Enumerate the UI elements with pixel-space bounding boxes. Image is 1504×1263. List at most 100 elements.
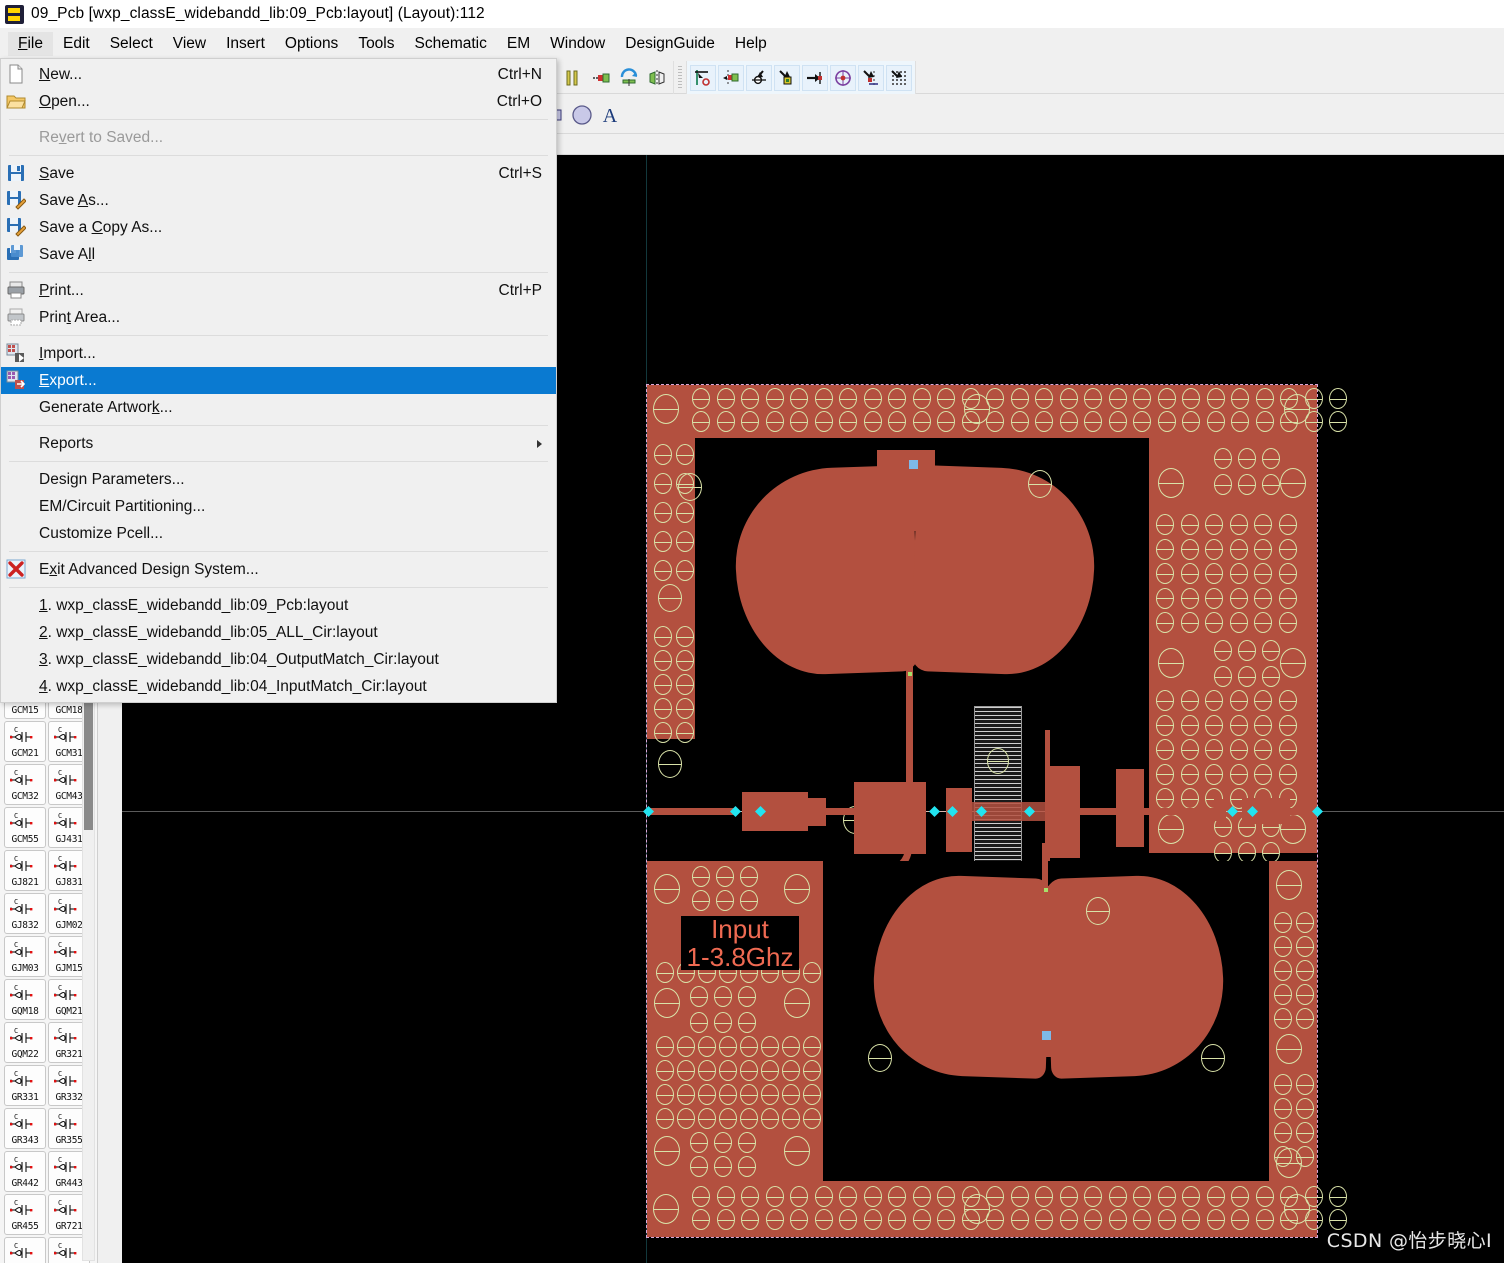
snap-pin-icon[interactable] — [718, 64, 744, 91]
via-pad — [1229, 538, 1248, 560]
via-pad — [937, 1209, 955, 1230]
palette-item-gjm03[interactable]: C GJM03 — [4, 936, 46, 977]
menubar-item-schematic[interactable]: Schematic — [405, 32, 497, 56]
palette-item-gcm55[interactable]: C GCM55 — [4, 807, 46, 848]
palette-item-gj821[interactable]: C GJ821 — [4, 850, 46, 891]
component-palette[interactable]: CGCM15CGCM18CGCM21CGCM31CGCM32CGCM43CGCM… — [0, 675, 98, 1263]
svg-text:C: C — [14, 726, 18, 734]
menu-item-label: Open... — [39, 92, 90, 110]
menu-item-print[interactable]: Print... Ctrl+P — [1, 277, 556, 304]
menu-bar[interactable]: File Edit Select View Insert Options Tools Sche… — [0, 30, 1504, 57]
menu-item-export[interactable]: Export... — [1, 367, 556, 394]
menu-item-exit-advanced-design-system[interactable]: Exit Advanced Design System... — [1, 556, 556, 583]
via-pad — [1059, 1209, 1078, 1230]
palette-item-gr331[interactable]: C GR331 — [4, 1065, 46, 1106]
via-pad — [1156, 538, 1174, 560]
palette-item-gr442[interactable]: C GR442 — [4, 1151, 46, 1192]
insert-wire-icon[interactable] — [560, 65, 586, 91]
menu-item-generate-artwork[interactable]: Generate Artwork... — [1, 394, 556, 421]
via-pad — [714, 1132, 732, 1153]
palette-item-gqm22[interactable]: C GQM22 — [4, 1022, 46, 1063]
palette-item-gcm32[interactable]: C GCM32 — [4, 764, 46, 805]
menubar-item-em[interactable]: EM — [497, 32, 540, 56]
circle-icon[interactable] — [569, 102, 595, 128]
menubar-item-options[interactable]: Options — [275, 32, 348, 56]
menu-item-save-all[interactable]: Save All — [1, 241, 556, 268]
menu-item-save-as[interactable]: Save As... — [1, 187, 556, 214]
snap-origin-icon[interactable] — [690, 64, 716, 91]
via-pad — [676, 674, 694, 695]
snap-intersection-icon[interactable] — [858, 64, 884, 91]
menu-item-customize-pcell[interactable]: Customize Pcell... — [1, 520, 556, 547]
file-menu-popup[interactable]: New... Ctrl+N Open... Ctrl+O Revert to Saved… — [0, 58, 557, 703]
via-pad — [692, 411, 710, 432]
via-pad — [912, 1209, 931, 1230]
trace-left-2 — [826, 808, 854, 815]
recent-file-4[interactable]: 4. wxp_classE_widebandd_lib:04_InputMatc… — [1, 673, 556, 700]
via-pad — [803, 1084, 821, 1105]
via-pad — [698, 1036, 716, 1057]
via-pad — [863, 1209, 882, 1230]
via-pad — [698, 1060, 716, 1081]
snap-center-icon[interactable] — [830, 64, 856, 91]
toolbar-group-snap[interactable] — [686, 61, 916, 94]
palette-item-label: GR455 — [11, 1221, 39, 1232]
recent-file-3[interactable]: 3. wxp_classE_widebandd_lib:04_OutputMat… — [1, 646, 556, 673]
via-pad — [765, 1209, 784, 1230]
snap-grid-icon[interactable] — [886, 64, 912, 91]
via-pad — [1010, 411, 1029, 432]
menubar-item-edit[interactable]: Edit — [53, 32, 100, 56]
toolbar-grip[interactable] — [678, 65, 682, 90]
via-pad — [1108, 388, 1127, 409]
menu-item-save[interactable]: Save Ctrl+S — [1, 160, 556, 187]
via-pad — [690, 1012, 708, 1033]
menu-item-design-parameters[interactable]: Design Parameters... — [1, 466, 556, 493]
via-pad — [1231, 411, 1249, 432]
menubar-item-insert[interactable]: Insert — [216, 32, 275, 56]
snap-midpoint-icon[interactable] — [774, 64, 800, 91]
snap-vertex-icon[interactable] — [746, 64, 772, 91]
menubar-item-tools[interactable]: Tools — [348, 32, 404, 56]
via-pad — [765, 1186, 784, 1207]
recent-file-2[interactable]: 2. wxp_classE_widebandd_lib:05_ALL_Cir:l… — [1, 619, 556, 646]
via-pad — [1205, 538, 1223, 560]
menu-item-import[interactable]: Import... — [1, 340, 556, 367]
via-pad — [676, 650, 694, 671]
palette-item-gr455[interactable]: C GR455 — [4, 1194, 46, 1235]
via-pad — [803, 962, 821, 983]
via-pad — [1133, 388, 1151, 409]
menubar-item-window[interactable]: Window — [540, 32, 615, 56]
rotate-icon[interactable] — [616, 65, 642, 91]
menu-item-em-circuit-partitioning[interactable]: EM/Circuit Partitioning... — [1, 493, 556, 520]
toolbar-group-insert[interactable] — [556, 61, 674, 94]
menu-item-reports[interactable]: Reports — [1, 430, 556, 457]
menu-item-print-area[interactable]: Print Area... — [1, 304, 556, 331]
menu-item-new[interactable]: New... Ctrl+N — [1, 61, 556, 88]
menubar-item-select[interactable]: Select — [100, 32, 163, 56]
palette-scrollbar[interactable] — [82, 677, 95, 1261]
via-pad — [784, 988, 810, 1018]
palette-item-gj832[interactable]: C GJ832 — [4, 893, 46, 934]
menubar-item-view[interactable]: View — [163, 32, 216, 56]
menubar-item-file[interactable]: File — [8, 31, 53, 56]
menubar-item-designguide[interactable]: DesignGuide — [615, 32, 725, 56]
menu-item-save-a-copy-as[interactable]: Save a Copy As... — [1, 214, 556, 241]
via-pad — [1296, 1074, 1314, 1095]
input-frequency-label: Input 1-3.8Ghz — [681, 915, 799, 971]
palette-item-gqm18[interactable]: C GQM18 — [4, 979, 46, 1020]
text-icon[interactable]: A — [597, 102, 623, 128]
recent-file-1[interactable]: 1. wxp_classE_widebandd_lib:09_Pcb:layou… — [1, 592, 556, 619]
via-pad — [1156, 690, 1174, 711]
pad-right-1 — [1050, 766, 1080, 858]
toolbar-row-primary[interactable] — [556, 59, 916, 96]
insert-pin-icon[interactable] — [588, 65, 614, 91]
pad-right-2 — [1116, 769, 1144, 847]
menu-item-open[interactable]: Open... Ctrl+O — [1, 88, 556, 115]
snap-edge-icon[interactable] — [802, 64, 828, 91]
mirror-icon[interactable] — [644, 65, 670, 91]
palette-item-gr343[interactable]: C GR343 — [4, 1108, 46, 1149]
palette-item-gcm21[interactable]: C GCM21 — [4, 721, 46, 762]
palette-item[interactable]: C — [4, 1237, 46, 1263]
menu-separator — [9, 425, 548, 426]
menubar-item-help[interactable]: Help — [725, 32, 777, 56]
